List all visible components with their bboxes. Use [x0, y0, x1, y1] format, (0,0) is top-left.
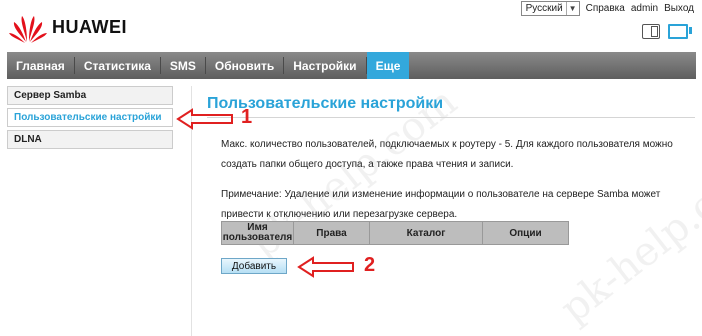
- nav-statistics[interactable]: Статистика: [75, 52, 160, 79]
- column-header-username: Имя пользователя: [221, 221, 294, 245]
- sim-card-icon: [642, 24, 660, 39]
- sidebar-item-user-settings[interactable]: Пользовательские настройки: [7, 108, 173, 127]
- monitor-icon: [668, 24, 692, 39]
- title-divider: [207, 117, 695, 118]
- add-user-button[interactable]: Добавить: [221, 258, 287, 274]
- annotation-number-1: 1: [241, 106, 253, 128]
- column-header-options: Опции: [482, 221, 569, 245]
- dropdown-arrow-icon: ▼: [565, 2, 577, 15]
- nav-settings[interactable]: Настройки: [284, 52, 365, 79]
- nav-more[interactable]: Еще: [366, 52, 410, 79]
- nav-home[interactable]: Главная: [7, 52, 74, 79]
- nav-update[interactable]: Обновить: [206, 52, 283, 79]
- huawei-logo: HUAWEI: [8, 10, 127, 44]
- language-select[interactable]: Русский ▼: [520, 1, 580, 16]
- note-text: Примечание: Удаление или изменение инфор…: [221, 189, 661, 220]
- user-name: admin: [630, 3, 659, 14]
- brand-name: HUAWEI: [52, 16, 127, 37]
- top-bar: Русский ▼ Справка admin Выход: [520, 1, 694, 16]
- users-table: Имя пользователя Права Каталог Опции: [221, 221, 569, 245]
- annotation-arrow-1-icon: [176, 108, 233, 130]
- sidebar-item-samba-server[interactable]: Сервер Samba: [7, 86, 173, 105]
- huawei-logo-icon: [9, 16, 47, 43]
- column-header-directory: Каталог: [369, 221, 483, 245]
- logout-link[interactable]: Выход: [664, 3, 694, 14]
- annotation-number-2: 2: [364, 254, 376, 276]
- table-header-row: Имя пользователя Права Каталог Опции: [221, 221, 569, 245]
- sidebar: Сервер Samba Пользовательские настройки …: [7, 86, 173, 152]
- help-link[interactable]: Справка: [586, 3, 625, 14]
- nav-sms[interactable]: SMS: [161, 52, 205, 79]
- sidebar-item-dlna[interactable]: DLNA: [7, 130, 173, 149]
- column-header-rights: Права: [293, 221, 370, 245]
- language-value: Русский: [525, 3, 563, 14]
- main-nav: Главная Статистика SMS Обновить Настройк…: [7, 52, 696, 79]
- status-icons: [642, 24, 692, 39]
- annotation-arrow-2-icon: [297, 256, 354, 278]
- description-text: Макс. количество пользователей, подключа…: [221, 139, 673, 170]
- info-section: Макс. количество пользователей, подключа…: [221, 135, 691, 235]
